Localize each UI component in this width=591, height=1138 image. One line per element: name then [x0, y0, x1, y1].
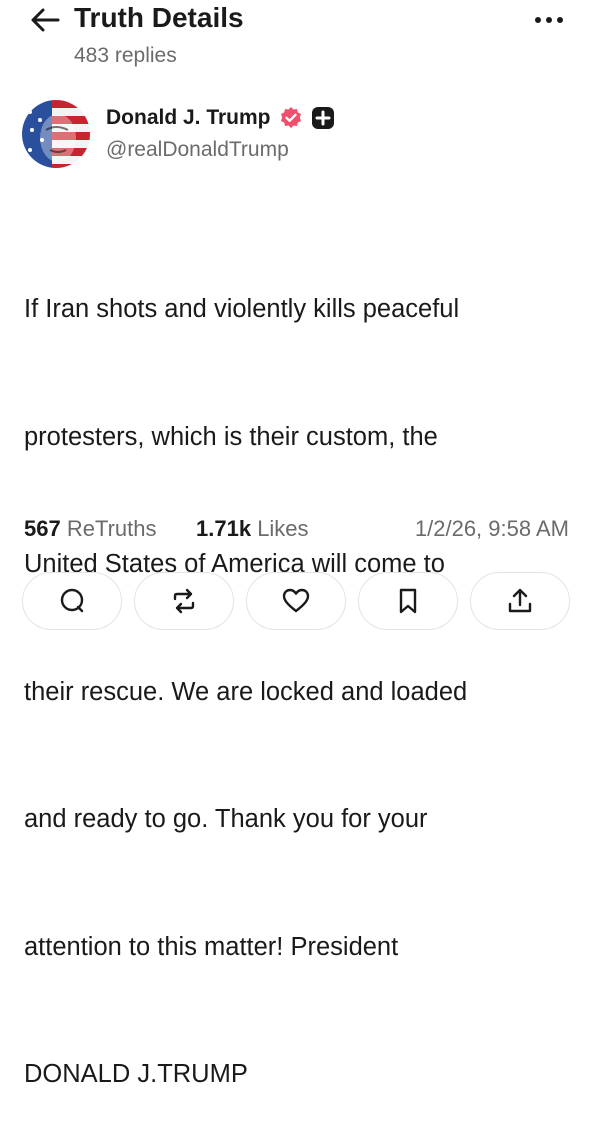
reply-button[interactable] [22, 572, 122, 630]
bookmark-button[interactable] [358, 572, 458, 630]
author-handle[interactable]: @realDonaldTrump [106, 138, 289, 162]
retruths-label: ReTruths [66, 516, 157, 541]
share-button[interactable] [470, 572, 570, 630]
post-line: protesters, which is their custom, the [24, 422, 438, 451]
arrow-left-icon [31, 8, 60, 32]
post-line: their rescue. We are locked and loaded [24, 677, 468, 706]
more-options-button[interactable] [531, 10, 567, 30]
likes-stat[interactable]: 1.71k Likes [196, 516, 309, 542]
verified-badge-icon [280, 107, 301, 128]
bookmark-icon [399, 588, 417, 614]
action-bar [22, 572, 570, 630]
reply-count: 483 replies [74, 44, 177, 67]
comment-icon [60, 588, 84, 613]
header: Truth Details 483 replies [0, 0, 591, 80]
post-stats: 567 ReTruths 1.71k Likes 1/2/26, 9:58 AM [24, 516, 569, 546]
retruths-count: 567 [24, 516, 61, 541]
like-button[interactable] [246, 572, 346, 630]
post-line: attention to this matter! President [24, 932, 399, 961]
avatar-image [22, 100, 90, 168]
post-text: If Iran shots and violently kills peacef… [24, 203, 569, 1138]
post-line: If Iran shots and violently kills peacef… [24, 295, 460, 323]
repost-icon [173, 588, 195, 614]
post-timestamp: 1/2/26, 9:58 AM [414, 516, 569, 541]
retruths-stat[interactable]: 567 ReTruths [24, 516, 157, 542]
likes-count: 1.71k [196, 516, 252, 541]
author-block: Donald J. Trump @realDonaldTrump [0, 80, 591, 175]
more-horizontal-icon [535, 17, 563, 23]
heart-icon [282, 588, 310, 613]
truth-plus-icon [311, 107, 334, 129]
post-line: DONALD J.TRUMP [24, 1060, 248, 1088]
post-line: and ready to go. Thank you for your [24, 805, 428, 833]
page-title: Truth Details [74, 2, 244, 33]
share-icon [508, 588, 532, 613]
avatar[interactable] [22, 100, 90, 168]
back-button[interactable] [28, 6, 64, 34]
retruth-button[interactable] [134, 572, 234, 630]
author-name-row: Donald J. Trump [106, 106, 335, 130]
likes-label: Likes [257, 516, 309, 541]
author-name[interactable]: Donald J. Trump [106, 106, 271, 130]
